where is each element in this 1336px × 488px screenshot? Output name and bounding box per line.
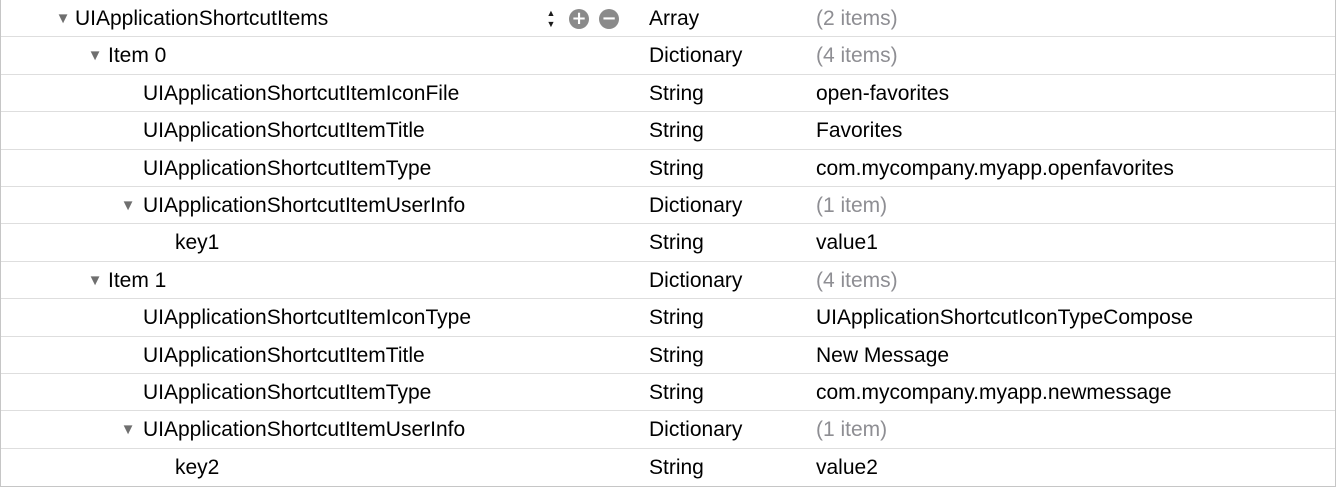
- property-list-editor: ▼ UIApplicationShortcutItems ▲ ▼ + − Array (2 i…: [0, 0, 1336, 487]
- property-list-rows: ▼ UIApplicationShortcutItems ▲ ▼ + − Array (2 i…: [1, 0, 1335, 486]
- disclosure-triangle-icon[interactable]: ▼: [118, 411, 138, 448]
- plist-row[interactable]: UIApplicationShortcutItemIconType String U…: [1, 299, 1335, 337]
- plist-row[interactable]: ▼ Item 1 Dictionary (4 items): [1, 262, 1335, 300]
- key-label[interactable]: UIApplicationShortcutItemUserInfo: [143, 187, 465, 224]
- key-label[interactable]: UIApplicationShortcutItemIconFile: [143, 75, 459, 112]
- type-cell[interactable]: Dictionary: [649, 411, 742, 448]
- type-cell[interactable]: String: [649, 75, 704, 112]
- key-label[interactable]: UIApplicationShortcutItemIconType: [143, 299, 471, 336]
- key-label[interactable]: UIApplicationShortcutItemUserInfo: [143, 411, 465, 448]
- plist-row[interactable]: UIApplicationShortcutItemTitle String Favo…: [1, 112, 1335, 150]
- stepper-down-icon[interactable]: ▼: [545, 19, 557, 29]
- key-label[interactable]: UIApplicationShortcutItemTitle: [143, 112, 425, 149]
- plist-row[interactable]: key2 String value2: [1, 449, 1335, 486]
- type-cell[interactable]: String: [649, 337, 704, 374]
- value-cell[interactable]: com.mycompany.myapp.openfavorites: [816, 150, 1174, 187]
- plist-row[interactable]: UIApplicationShortcutItemTitle String New …: [1, 337, 1335, 374]
- key-label[interactable]: key1: [175, 224, 219, 261]
- value-cell: (4 items): [816, 44, 898, 68]
- disclosure-triangle-icon[interactable]: ▼: [85, 262, 105, 299]
- key-label[interactable]: Item 0: [108, 37, 166, 74]
- value-cell[interactable]: com.mycompany.myapp.newmessage: [816, 374, 1172, 411]
- value-cell[interactable]: value1: [816, 224, 878, 261]
- key-label[interactable]: key2: [175, 449, 219, 486]
- value-cell: (1 item): [816, 418, 888, 442]
- type-cell[interactable]: Dictionary: [649, 37, 742, 74]
- value-cell: (4 items): [816, 268, 898, 292]
- row-controls: ▲ ▼ + −: [545, 7, 625, 31]
- plist-row[interactable]: ▼ UIApplicationShortcutItemUserInfo Dictio…: [1, 187, 1335, 225]
- type-cell[interactable]: String: [649, 150, 704, 187]
- value-cell[interactable]: value2: [816, 449, 878, 486]
- key-label[interactable]: UIApplicationShortcutItemTitle: [143, 337, 425, 374]
- type-cell[interactable]: Dictionary: [649, 262, 742, 299]
- key-label[interactable]: UIApplicationShortcutItemType: [143, 374, 431, 411]
- key-label[interactable]: Item 1: [108, 262, 166, 299]
- plist-row[interactable]: ▼ UIApplicationShortcutItems ▲ ▼ + − Array (2 i…: [1, 0, 1335, 38]
- remove-item-button[interactable]: −: [599, 9, 619, 29]
- key-label[interactable]: UIApplicationShortcutItems: [75, 0, 328, 37]
- plist-row[interactable]: UIApplicationShortcutItemType String com.m…: [1, 374, 1335, 412]
- value-cell: (1 item): [816, 193, 888, 217]
- key-label[interactable]: UIApplicationShortcutItemType: [143, 150, 431, 187]
- value-cell: (2 items): [816, 7, 898, 30]
- plist-row[interactable]: UIApplicationShortcutItemIconFile String o…: [1, 75, 1335, 113]
- type-cell[interactable]: String: [649, 449, 704, 486]
- type-cell[interactable]: String: [649, 299, 704, 336]
- sort-stepper-icon[interactable]: ▲ ▼: [545, 7, 557, 31]
- plist-row[interactable]: UIApplicationShortcutItemType String com.m…: [1, 150, 1335, 187]
- type-cell[interactable]: String: [649, 374, 704, 411]
- add-item-button[interactable]: +: [569, 9, 589, 29]
- type-cell[interactable]: String: [649, 112, 704, 149]
- type-cell[interactable]: String: [649, 224, 704, 261]
- stepper-up-icon[interactable]: ▲: [545, 8, 557, 18]
- value-cell[interactable]: Favorites: [816, 112, 902, 149]
- disclosure-triangle-icon[interactable]: ▼: [53, 0, 73, 37]
- plist-row[interactable]: ▼ Item 0 Dictionary (4 items): [1, 37, 1335, 75]
- value-cell[interactable]: open-favorites: [816, 75, 949, 112]
- plist-row[interactable]: ▼ UIApplicationShortcutItemUserInfo Dictio…: [1, 411, 1335, 449]
- disclosure-triangle-icon[interactable]: ▼: [118, 187, 138, 224]
- type-cell[interactable]: Array: [649, 0, 699, 37]
- disclosure-triangle-icon[interactable]: ▼: [85, 37, 105, 74]
- value-cell[interactable]: UIApplicationShortcutIconTypeCompose: [816, 299, 1193, 336]
- type-cell[interactable]: Dictionary: [649, 187, 742, 224]
- value-cell[interactable]: New Message: [816, 337, 949, 374]
- plist-row[interactable]: key1 String value1: [1, 224, 1335, 262]
